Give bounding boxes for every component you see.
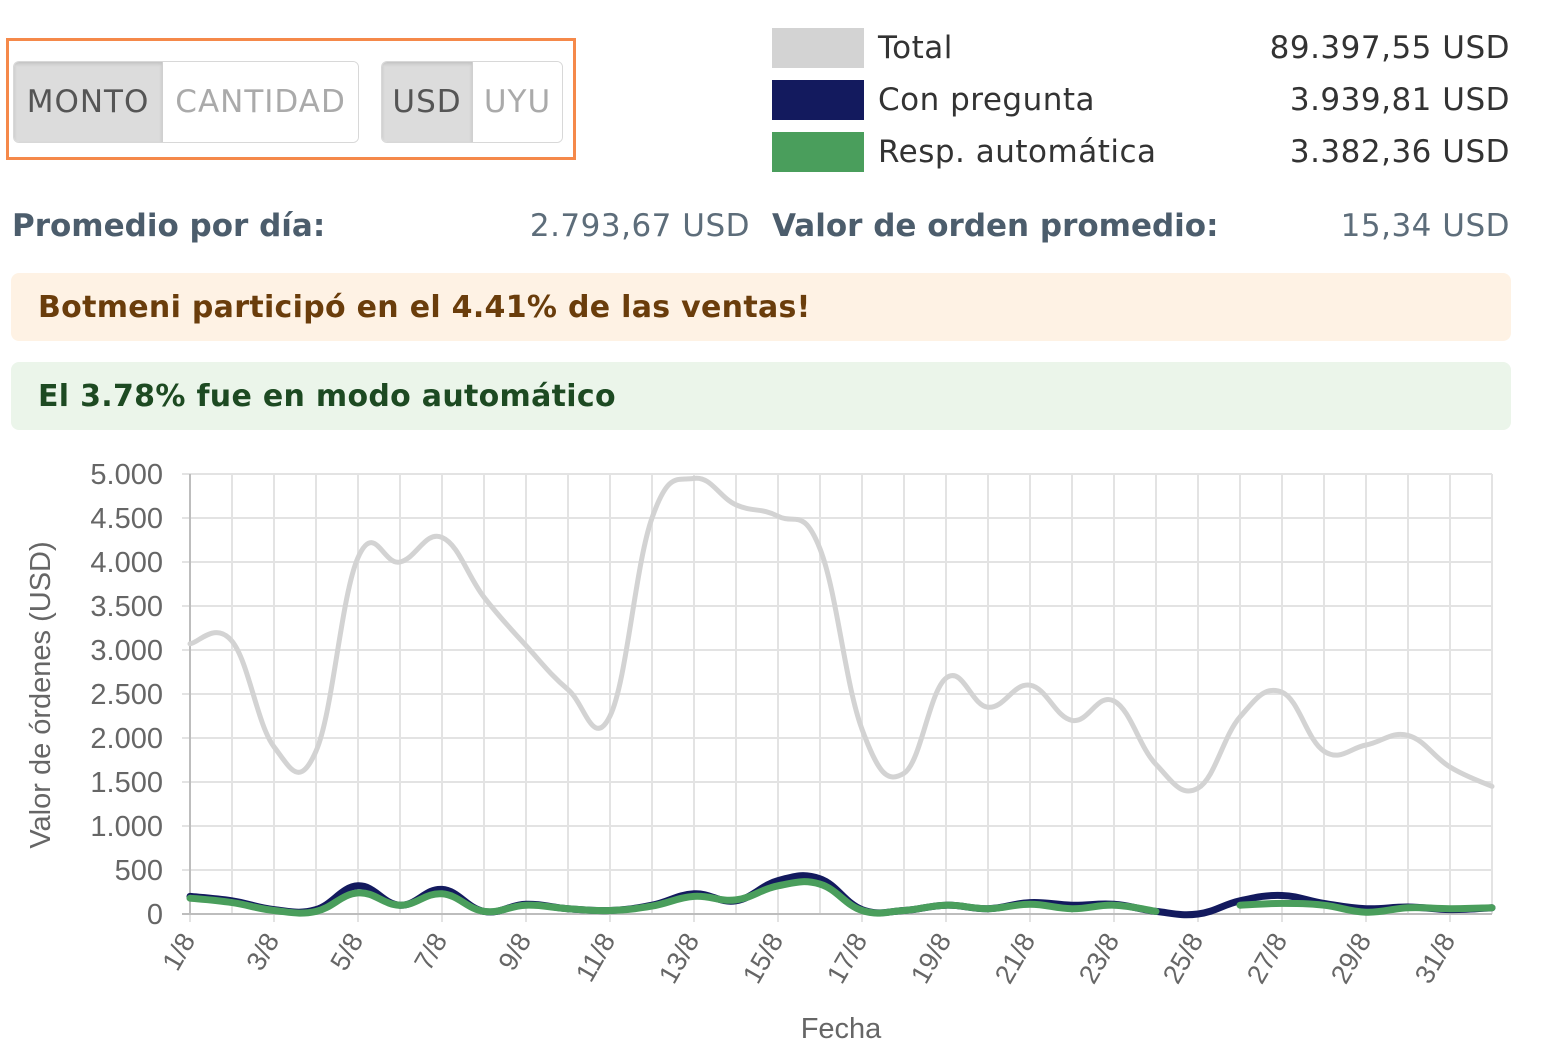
daily-average-value: 2.793,67 USD — [529, 208, 750, 244]
legend-item-total[interactable]: Total 89.397,55 USD — [772, 28, 1512, 80]
y-tick-label: 2.500 — [90, 679, 163, 711]
x-tick-label: 11/8 — [570, 928, 621, 987]
x-tick-label: 23/8 — [1073, 928, 1125, 989]
legend-label: Resp. automática — [878, 134, 1157, 170]
legend-swatch-total — [772, 28, 864, 68]
x-tick-label: 3/8 — [240, 928, 285, 976]
x-tick-label: 9/8 — [492, 928, 537, 976]
x-tick-label: 27/8 — [1241, 928, 1293, 989]
daily-average-label: Promedio por día: — [12, 208, 326, 244]
x-tick-label: 21/8 — [989, 928, 1041, 989]
y-tick-label: 500 — [115, 855, 163, 887]
y-tick-label: 4.500 — [90, 503, 163, 535]
x-tick-label: 1/8 — [156, 928, 201, 976]
monto-button[interactable]: MONTO — [14, 62, 163, 142]
x-tick-label: 31/8 — [1409, 928, 1461, 989]
y-tick-label: 2.000 — [90, 723, 163, 755]
legend-value: 3.939,81 USD — [1289, 82, 1510, 118]
legend-value: 3.382,36 USD — [1289, 134, 1510, 170]
y-axis-title: Valor de órdenes (USD) — [25, 541, 57, 848]
automatic-banner-text: El 3.78% fue en modo automático — [38, 378, 616, 414]
order-average-label: Valor de orden promedio: — [772, 208, 1219, 244]
x-tick-label: 25/8 — [1157, 928, 1209, 989]
x-tick-label: 5/8 — [324, 928, 369, 976]
x-axis-ticks: 1/8 3/8 5/8 7/8 9/8 11/8 13/8 15/8 17/8 19/8 21/8 2… — [156, 928, 1461, 989]
sales-line-chart: 0 500 1.000 1.500 2.000 2.500 3.000 3.500 4.000 4… — [25, 459, 1496, 1045]
toggle-controls: MONTO CANTIDAD USD UYU — [6, 38, 576, 160]
y-axis-ticks: 0 500 1.000 1.500 2.000 2.500 3.000 3.500 4.000 4… — [90, 459, 163, 931]
y-tick-label: 0 — [147, 899, 163, 931]
x-tick-label: 7/8 — [408, 928, 453, 976]
x-axis-title: Fecha — [801, 1013, 882, 1045]
order-average-value: 15,34 USD — [1340, 208, 1510, 244]
y-tick-label: 3.500 — [90, 591, 163, 623]
usd-button[interactable]: USD — [382, 62, 472, 142]
y-tick-label: 1.500 — [90, 767, 163, 799]
legend-label: Total — [878, 30, 953, 66]
chart-grid — [182, 473, 1493, 922]
participation-banner-text: Botmeni participó en el 4.41% de las ven… — [38, 289, 811, 325]
legend-item-con-pregunta[interactable]: Con pregunta 3.939,81 USD — [772, 80, 1512, 132]
y-tick-label: 3.000 — [90, 635, 163, 667]
metric-toggle-group: MONTO CANTIDAD — [13, 61, 359, 143]
x-tick-label: 29/8 — [1325, 928, 1377, 989]
legend-label: Con pregunta — [878, 82, 1096, 118]
x-tick-label: 19/8 — [905, 928, 957, 989]
currency-toggle-group: USD UYU — [381, 61, 563, 143]
series-line-total — [187, 475, 1495, 794]
cantidad-button[interactable]: CANTIDAD — [162, 62, 358, 142]
legend-item-resp-automatica[interactable]: Resp. automática 3.382,36 USD — [772, 132, 1512, 184]
legend-swatch-con-pregunta — [772, 80, 864, 120]
y-tick-label: 1.000 — [90, 811, 163, 843]
x-tick-label: 15/8 — [737, 928, 789, 989]
legend-value: 89.397,55 USD — [1269, 30, 1510, 66]
legend-swatch-resp-automatica — [772, 132, 864, 172]
series-lines — [186, 475, 1496, 919]
chart-legend: Total 89.397,55 USD Con pregunta 3.939,8… — [772, 28, 1512, 184]
x-tick-label: 13/8 — [653, 928, 705, 989]
uyu-button[interactable]: UYU — [472, 62, 562, 142]
y-tick-label: 4.000 — [90, 547, 163, 579]
participation-banner: Botmeni participó en el 4.41% de las ven… — [11, 273, 1511, 341]
x-tick-label: 17/8 — [821, 928, 873, 989]
automatic-banner: El 3.78% fue en modo automático — [11, 362, 1511, 430]
y-tick-label: 5.000 — [90, 459, 163, 491]
